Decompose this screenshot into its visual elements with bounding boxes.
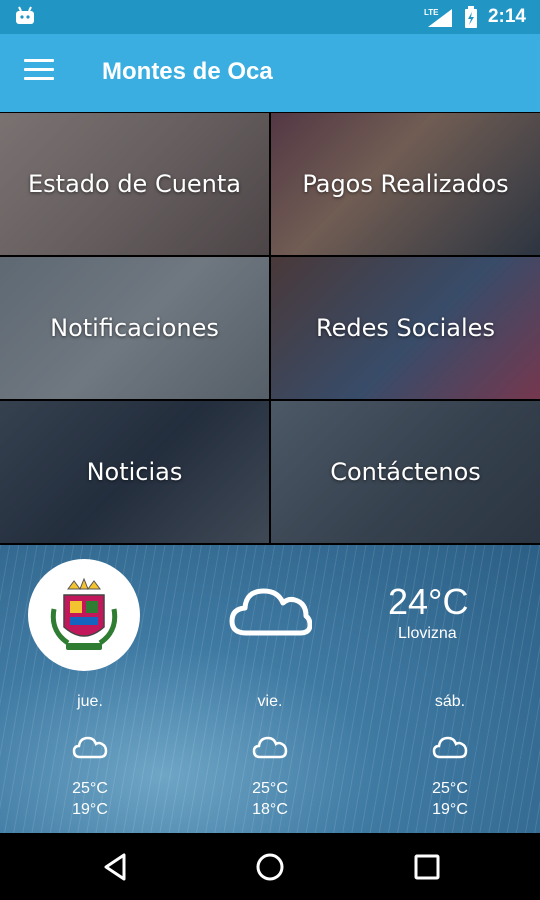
forecast-day: sáb. 25°C 19°C: [390, 693, 510, 820]
tile-label: Noticias: [86, 458, 183, 486]
municipality-logo: [28, 559, 140, 671]
back-icon[interactable]: [100, 851, 132, 883]
tile-pagos-realizados[interactable]: Pagos Realizados: [271, 113, 540, 255]
forecast-low: 18°C: [252, 801, 288, 818]
system-nav-bar: [0, 833, 540, 900]
forecast-day: jue. 25°C 19°C: [30, 693, 150, 820]
tile-contactenos[interactable]: Contáctenos: [271, 401, 540, 543]
cloud-icon: [72, 736, 108, 759]
tile-label: Notificaciones: [50, 314, 219, 342]
cloud-icon: [229, 588, 312, 636]
forecast-high: 25°C: [252, 780, 288, 797]
tile-notificaciones[interactable]: Notificaciones: [0, 257, 269, 399]
tile-estado-de-cuenta[interactable]: Estado de Cuenta: [0, 113, 269, 255]
forecast-day-label: jue.: [77, 693, 103, 710]
forecast-low: 19°C: [432, 801, 468, 818]
android-notification-icon: [16, 6, 34, 24]
tile-label: Pagos Realizados: [302, 170, 509, 198]
lte-signal-icon: LTE: [424, 8, 452, 27]
svg-text:LTE: LTE: [424, 8, 439, 17]
weather-panel: 24°C Llovizna jue. 25°C 19°C vie. 25°C 1…: [0, 545, 540, 833]
tile-redes-sociales[interactable]: Redes Sociales: [271, 257, 540, 399]
cloud-icon: [252, 736, 288, 759]
current-condition: Llovizna: [398, 625, 457, 642]
tile-label: Redes Sociales: [316, 314, 495, 342]
status-time: 2:14: [487, 6, 526, 27]
forecast-low: 19°C: [72, 801, 108, 818]
current-temperature: 24°C: [388, 581, 469, 622]
status-bar: LTE 2:14: [0, 0, 540, 34]
forecast-day-label: sáb.: [434, 693, 466, 710]
cloud-icon: [432, 736, 468, 759]
forecast-high: 25°C: [72, 780, 108, 797]
app-bar: Montes de Oca: [0, 34, 540, 112]
recent-apps-icon[interactable]: [411, 851, 443, 883]
forecast-high: 25°C: [432, 780, 468, 797]
tile-label: Estado de Cuenta: [27, 170, 242, 198]
battery-charging-icon: [464, 6, 477, 28]
app-title: Montes de Oca: [102, 58, 273, 85]
tile-label: Contáctenos: [330, 458, 481, 486]
tile-noticias[interactable]: Noticias: [0, 401, 269, 543]
menu-icon[interactable]: [24, 59, 54, 87]
forecast-day-label: vie.: [257, 693, 283, 710]
home-icon[interactable]: [254, 851, 286, 883]
forecast-day: vie. 25°C 18°C: [210, 693, 330, 820]
